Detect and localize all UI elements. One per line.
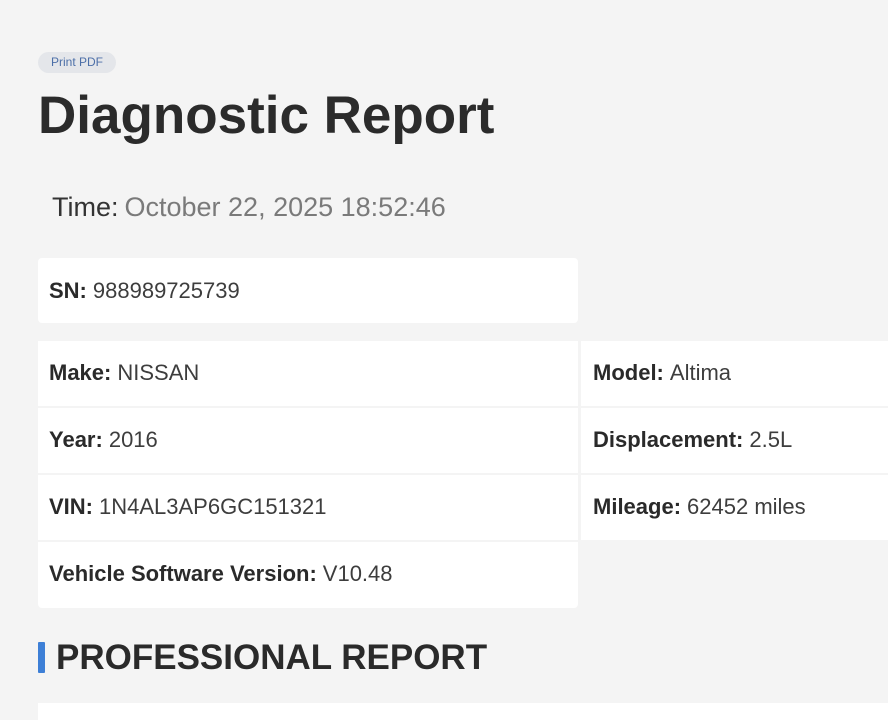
serial-number-label: SN: (49, 278, 87, 303)
vehicle-info-grid: Make: NISSAN Model: Altima Year: 2016 Displ… (38, 341, 888, 608)
model-label: Model: (593, 360, 664, 385)
time-label: Time: (52, 192, 119, 222)
vehicle-model-field: Model: Altima (593, 359, 731, 387)
displacement-value: 2.5L (749, 427, 793, 452)
report-page: Print PDF Diagnostic Report Time: October… (0, 0, 888, 720)
vehicle-displacement-cell: Displacement: 2.5L (581, 408, 888, 473)
model-value: Altima (669, 360, 732, 385)
vehicle-mileage-cell: Mileage: 62452 miles (581, 475, 888, 540)
section-title: PROFESSIONAL REPORT (56, 638, 488, 677)
mileage-label: Mileage: (593, 494, 682, 519)
mileage-value: 62452 miles (687, 494, 806, 519)
vehicle-make-cell: Make: NISSAN (38, 341, 578, 406)
vehicle-model-cell: Model: Altima (581, 341, 888, 406)
section-accent-bar (38, 642, 45, 673)
vehicle-make-field: Make: NISSAN (49, 359, 199, 387)
software-version-value: V10.48 (322, 561, 393, 586)
vehicle-year-field: Year: 2016 (49, 426, 158, 454)
professional-report-card (38, 703, 888, 720)
vehicle-software-field: Vehicle Software Version: V10.48 (49, 560, 393, 588)
vin-value: 1N4AL3AP6GC151321 (99, 494, 327, 519)
make-label: Make: (49, 360, 112, 385)
page-title: Diagnostic Report (38, 86, 495, 145)
vehicle-vin-field: VIN: 1N4AL3AP6GC151321 (49, 493, 327, 521)
software-version-label: Vehicle Software Version: (49, 561, 317, 586)
serial-number-card: SN: 988989725739 (38, 258, 578, 323)
vehicle-year-cell: Year: 2016 (38, 408, 578, 473)
print-pdf-button[interactable]: Print PDF (38, 52, 117, 73)
vin-label: VIN: (49, 494, 93, 519)
report-time: Time: October 22, 2025 18:52:46 (52, 190, 446, 224)
year-value: 2016 (108, 427, 158, 452)
serial-number-value: 988989725739 (92, 278, 240, 303)
vehicle-software-cell: Vehicle Software Version: V10.48 (38, 542, 578, 608)
make-value: NISSAN (117, 360, 200, 385)
vehicle-displacement-field: Displacement: 2.5L (593, 426, 792, 454)
time-value: October 22, 2025 18:52:46 (124, 192, 446, 222)
vehicle-mileage-field: Mileage: 62452 miles (593, 493, 806, 521)
displacement-label: Displacement: (593, 427, 744, 452)
year-label: Year: (49, 427, 103, 452)
serial-number-field: SN: 988989725739 (49, 277, 240, 305)
vehicle-vin-cell: VIN: 1N4AL3AP6GC151321 (38, 475, 578, 540)
